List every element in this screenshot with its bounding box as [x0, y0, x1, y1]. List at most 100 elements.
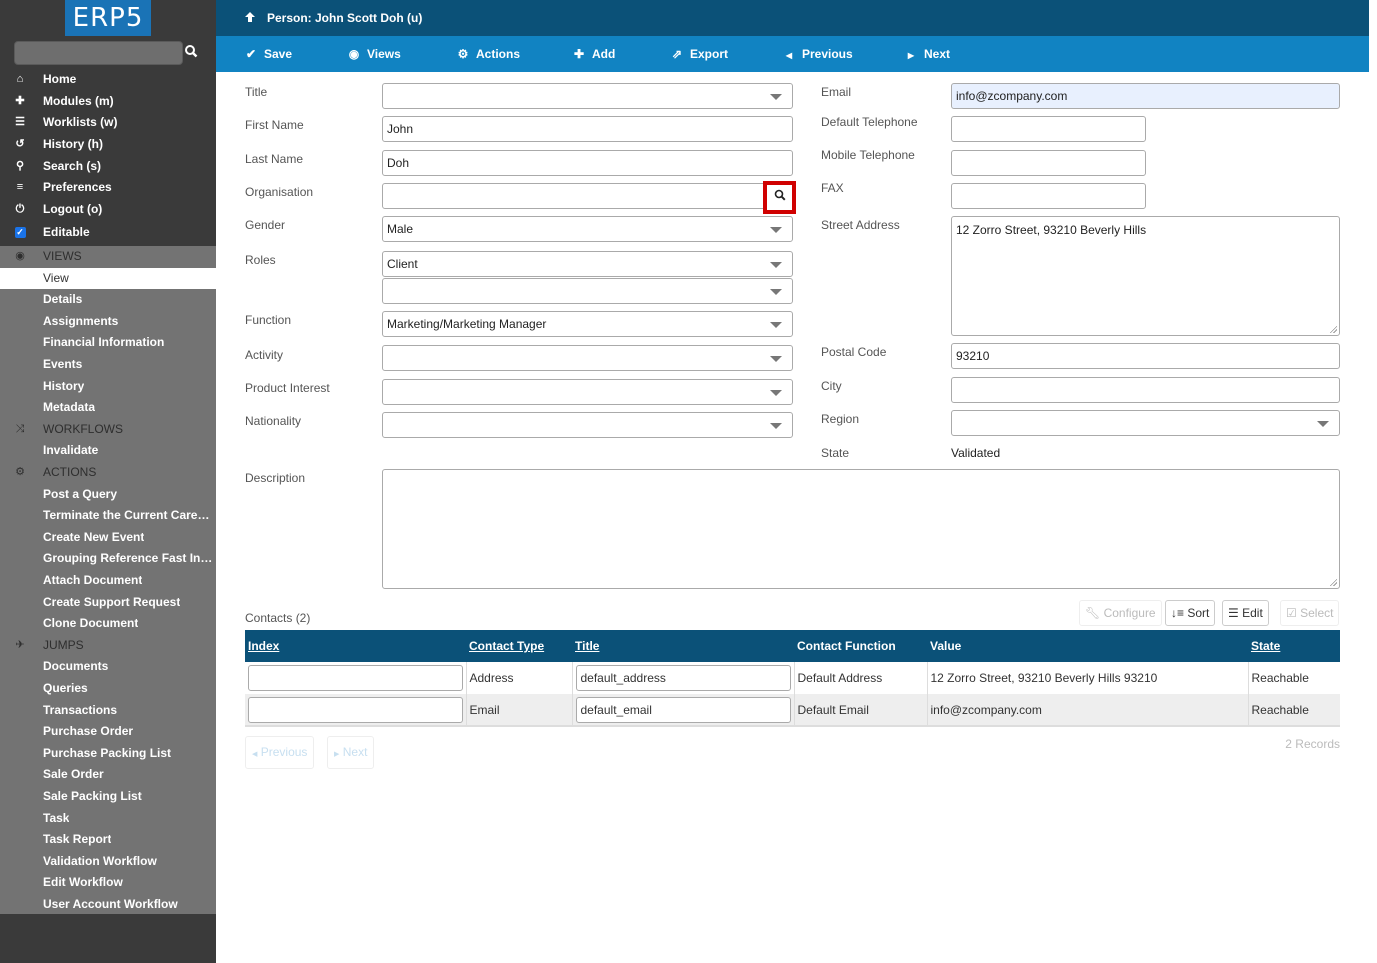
- nationality-select[interactable]: [382, 412, 793, 438]
- title-select[interactable]: [382, 83, 793, 109]
- sidebar-item-history[interactable]: History: [0, 376, 216, 398]
- views-button[interactable]: ◉ Views: [347, 47, 401, 61]
- sidebar-item-validation-workflow[interactable]: Validation Workflow: [0, 851, 216, 873]
- previous-button[interactable]: ◀ Previous: [782, 47, 853, 61]
- description-textarea[interactable]: [382, 469, 1340, 589]
- select-button[interactable]: ☑ Select: [1280, 600, 1340, 626]
- resize-handle[interactable]: [1329, 325, 1337, 333]
- export-label: Export: [690, 47, 729, 61]
- roles-select-2[interactable]: [382, 278, 793, 304]
- title-input[interactable]: default_email: [575, 696, 791, 723]
- default-telephone-input[interactable]: [951, 116, 1146, 142]
- nav-label: Editable: [43, 225, 90, 239]
- last-name-input[interactable]: Doh: [382, 150, 793, 176]
- sidebar-item-create-new-event[interactable]: Create New Event: [0, 527, 216, 549]
- sliders-icon: ≡: [16, 181, 24, 193]
- configure-button[interactable]: 🔧︎ Configure: [1079, 600, 1162, 626]
- pager-previous-button[interactable]: ◀ Previous: [245, 736, 315, 769]
- item-label: Events: [43, 357, 83, 371]
- index-input[interactable]: [248, 696, 463, 723]
- title-input[interactable]: default_address: [575, 665, 791, 691]
- sidebar-item-view[interactable]: View: [0, 267, 216, 290]
- roles-select[interactable]: Client: [382, 251, 793, 277]
- activity-select[interactable]: [382, 345, 793, 371]
- sidebar-item-details[interactable]: Details: [0, 289, 216, 311]
- sidebar-item-assignments[interactable]: Assignments: [0, 311, 216, 333]
- postal-code-input[interactable]: 93210: [951, 343, 1340, 369]
- column-header-index[interactable]: Index: [245, 630, 466, 662]
- sidebar-item-sale-order[interactable]: Sale Order: [0, 764, 216, 786]
- sidebar-item-events[interactable]: Events: [0, 354, 216, 376]
- actions-button[interactable]: ⚙ Actions: [456, 47, 520, 61]
- caret-right-icon: ▶: [334, 751, 340, 758]
- checkbox-icon[interactable]: ✓: [13, 222, 27, 243]
- organisation-input[interactable]: [382, 183, 793, 209]
- column-header-state[interactable]: State: [1248, 630, 1340, 662]
- index-cell: [245, 662, 467, 694]
- nav-search[interactable]: ⚲ Search (s): [0, 156, 216, 178]
- sidebar-item-task[interactable]: Task: [0, 808, 216, 830]
- pager-next-button[interactable]: ▶ Next: [327, 736, 375, 769]
- add-button[interactable]: ✚ Add: [572, 47, 615, 61]
- share-icon: ⇗: [671, 47, 683, 61]
- street-address-textarea[interactable]: 12 Zorro Street, 93210 Beverly Hills: [951, 216, 1340, 336]
- gender-select[interactable]: Male: [382, 216, 793, 242]
- resize-handle[interactable]: [1329, 578, 1337, 586]
- sidebar-item-sale-packing-list[interactable]: Sale Packing List: [0, 786, 216, 808]
- sidebar-item-task-report[interactable]: Task Report: [0, 829, 216, 851]
- sidebar-item-documents[interactable]: Documents: [0, 656, 216, 678]
- page-title[interactable]: Person: John Scott Doh (u): [267, 11, 422, 25]
- sort-button[interactable]: ↓≡ Sort: [1165, 600, 1216, 626]
- sidebar-search-input[interactable]: [14, 41, 183, 65]
- email-input[interactable]: info@zcompany.com: [951, 83, 1340, 109]
- city-input[interactable]: [951, 377, 1340, 403]
- function-select[interactable]: Marketing/Marketing Manager: [382, 311, 793, 337]
- save-button[interactable]: ✔ Save: [244, 47, 292, 61]
- sidebar-item-transactions[interactable]: Transactions: [0, 700, 216, 722]
- region-select[interactable]: [951, 410, 1340, 436]
- sidebar-item-edit-workflow[interactable]: Edit Workflow: [0, 872, 216, 894]
- column-header-contact-type[interactable]: Contact Type: [466, 630, 572, 662]
- erp5-logo[interactable]: ERP5: [65, 0, 151, 36]
- edit-button[interactable]: ☰ Edit: [1222, 600, 1269, 626]
- nav-logout[interactable]: ⏻ Logout (o): [0, 199, 216, 221]
- column-header-title[interactable]: Title: [572, 630, 794, 662]
- product-interest-select[interactable]: [382, 379, 793, 405]
- next-button[interactable]: ▶ Next: [904, 47, 950, 61]
- plus-icon: ✚: [573, 47, 585, 61]
- sidebar-item-user-account-workflow[interactable]: User Account Workflow: [0, 894, 216, 916]
- sidebar-item-clone-document[interactable]: Clone Document: [0, 613, 216, 635]
- sidebar-item-purchase-packing-list[interactable]: Purchase Packing List: [0, 743, 216, 765]
- sidebar-item-terminate-career[interactable]: Terminate the Current Career...: [0, 505, 216, 527]
- nav-home[interactable]: ⌂ Home: [0, 69, 216, 91]
- add-label: Add: [592, 47, 616, 61]
- item-label: History: [43, 378, 85, 393]
- nav-modules[interactable]: ✚ Modules (m): [0, 91, 216, 113]
- fax-input[interactable]: [951, 183, 1146, 209]
- sidebar-item-financial-information[interactable]: Financial Information: [0, 332, 216, 354]
- organisation-search-button[interactable]: [763, 181, 796, 214]
- search-icon[interactable]: [184, 44, 202, 62]
- contact-function-cell: Default Email: [794, 694, 928, 727]
- arrow-up-icon[interactable]: [244, 11, 256, 26]
- sidebar-item-attach-document[interactable]: Attach Document: [0, 570, 216, 592]
- sidebar-item-purchase-order[interactable]: Purchase Order: [0, 721, 216, 743]
- sidebar-item-metadata[interactable]: Metadata: [0, 397, 216, 419]
- nav-preferences[interactable]: ≡ Preferences: [0, 177, 216, 199]
- nav-worklists[interactable]: ☰ Worklists (w): [0, 112, 216, 134]
- sort-icon: ↓≡: [1171, 606, 1185, 620]
- title-label: Title: [245, 85, 268, 99]
- sidebar-item-queries[interactable]: Queries: [0, 678, 216, 700]
- index-input[interactable]: [248, 665, 463, 691]
- sidebar-item-create-support-request[interactable]: Create Support Request: [0, 592, 216, 614]
- table-row: Address default_address Default Address …: [245, 662, 1340, 694]
- page-header: Person: John Scott Doh (u): [216, 0, 1369, 36]
- mobile-telephone-input[interactable]: [951, 150, 1146, 176]
- export-button[interactable]: ⇗ Export: [670, 47, 728, 61]
- sidebar-item-invalidate[interactable]: Invalidate: [0, 440, 216, 462]
- nav-editable[interactable]: ✓ Editable: [0, 222, 216, 244]
- sidebar-item-grouping-reference[interactable]: Grouping Reference Fast Input: [0, 548, 216, 570]
- nav-history[interactable]: ↺ History (h): [0, 134, 216, 156]
- sidebar-item-post-a-query[interactable]: Post a Query: [0, 484, 216, 506]
- first-name-input[interactable]: John: [382, 116, 793, 142]
